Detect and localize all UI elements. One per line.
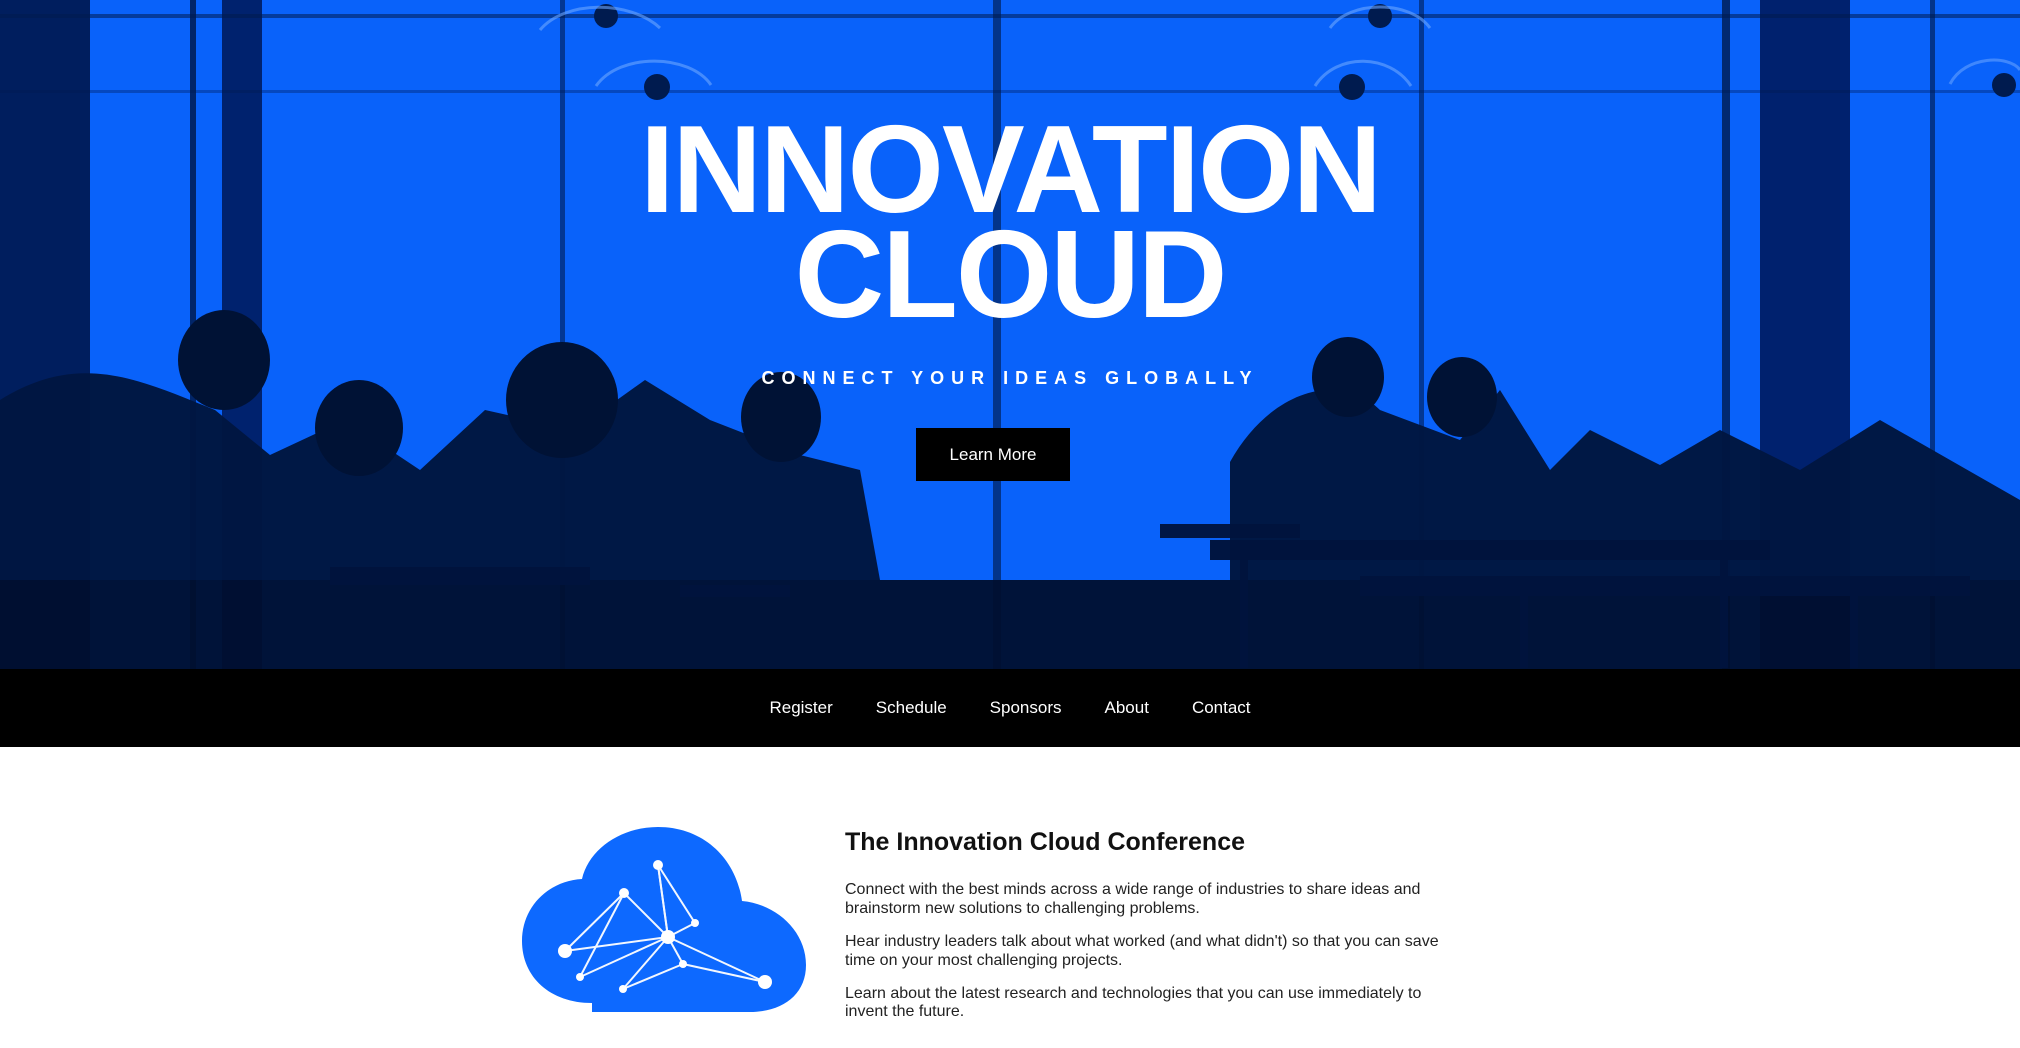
- cloud-network-icon: [522, 827, 806, 1012]
- main-navigation: Register Schedule Sponsors About Contact: [0, 669, 2020, 747]
- hero-tagline: CONNECT YOUR IDEAS GLOBALLY: [761, 368, 1259, 388]
- conference-description: The Innovation Cloud Conference Connect …: [845, 827, 1465, 1036]
- nav-item-sponsors[interactable]: Sponsors: [990, 698, 1062, 718]
- description-paragraph-1: Connect with the best minds across a wid…: [845, 881, 1421, 917]
- nav-item-about[interactable]: About: [1105, 698, 1149, 718]
- conference-info-section: The Innovation Cloud Conference Connect …: [0, 747, 2020, 1048]
- nav-item-schedule[interactable]: Schedule: [876, 698, 947, 718]
- nav-item-register[interactable]: Register: [769, 698, 832, 718]
- nav-item-contact[interactable]: Contact: [1192, 698, 1251, 718]
- description-paragraph-3: Learn about the latest research and tech…: [845, 984, 1422, 1021]
- hero-title-line-2: CLOUD: [794, 206, 1228, 344]
- learn-more-button[interactable]: Learn More: [916, 428, 1070, 481]
- section-title: The Innovation Cloud Conference: [845, 828, 1246, 856]
- description-paragraph-2: Hear industry leaders talk about what wo…: [845, 932, 1439, 969]
- hero-content: INNOVATION CLOUD CONNECT YOUR IDEAS GLOB…: [0, 0, 2020, 669]
- innovation-cloud-page: INNOVATION CLOUD CONNECT YOUR IDEAS GLOB…: [0, 0, 2020, 1048]
- hero-section: INNOVATION CLOUD CONNECT YOUR IDEAS GLOB…: [0, 0, 2020, 669]
